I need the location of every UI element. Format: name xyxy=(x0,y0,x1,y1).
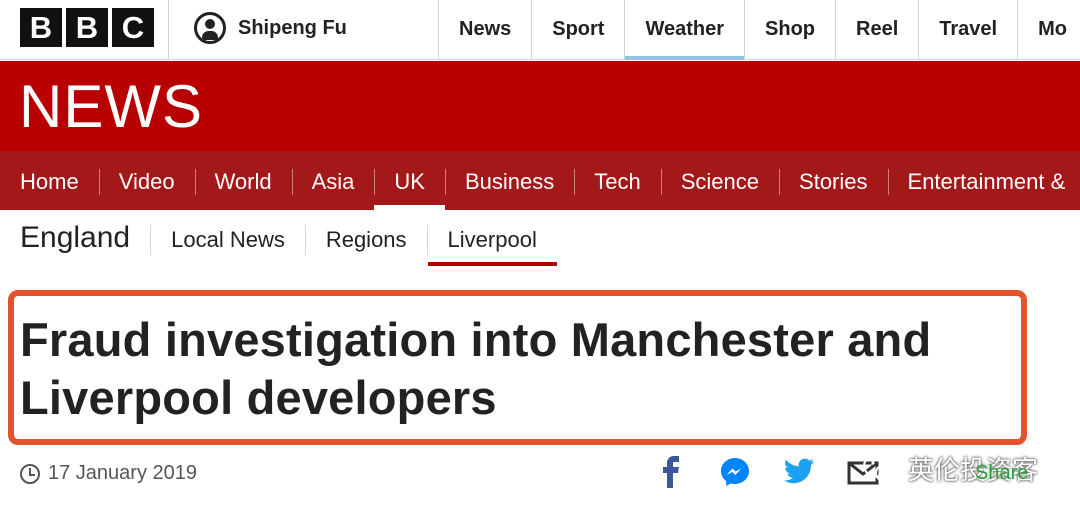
headline-line: Fraud investigation into Manchester and xyxy=(20,313,932,366)
bbc-logo-letter: B xyxy=(66,8,108,47)
article-date: 17 January 2019 xyxy=(20,462,197,485)
top-nav-reel[interactable]: Reel xyxy=(835,0,918,60)
wechat-icon xyxy=(862,453,900,483)
date-text: 17 January 2019 xyxy=(48,462,198,484)
top-nav-travel[interactable]: Travel xyxy=(918,0,1017,60)
section-nav-science[interactable]: Science xyxy=(660,151,779,210)
sub-nav-title[interactable]: England xyxy=(20,218,150,258)
section-nav-stories[interactable]: Stories xyxy=(779,151,887,210)
top-nav-weather[interactable]: Weather xyxy=(624,0,744,60)
clock-icon xyxy=(20,463,40,484)
section-nav-video[interactable]: Video xyxy=(98,151,195,210)
section-nav-home[interactable]: Home xyxy=(0,151,99,210)
share-button[interactable]: Share xyxy=(975,462,1028,485)
top-nav-more[interactable]: Mo xyxy=(1017,0,1080,60)
section-nav-world[interactable]: World xyxy=(194,151,292,210)
account-link[interactable]: Shipeng Fu xyxy=(194,12,347,44)
article-headline: Fraud investigation into Manchester and … xyxy=(20,311,1030,427)
headline-line: Liverpool developers xyxy=(20,371,497,424)
sub-nav-local-news[interactable]: Local News xyxy=(151,218,305,266)
account-icon xyxy=(194,12,226,44)
section-nav-business[interactable]: Business xyxy=(444,151,574,210)
section-nav-uk[interactable]: UK xyxy=(374,151,445,210)
news-header: NEWS xyxy=(0,61,1080,151)
sub-nav: England Local News Regions Liverpool xyxy=(20,218,558,268)
news-logo[interactable]: NEWS xyxy=(19,75,203,139)
bbc-top-bar: B B C Shipeng Fu News Sport Weather Shop… xyxy=(0,0,1080,60)
bbc-logo[interactable]: B B C xyxy=(20,8,154,47)
top-nav-news[interactable]: News xyxy=(438,0,531,60)
twitter-icon[interactable] xyxy=(783,455,815,489)
facebook-icon[interactable] xyxy=(655,455,687,489)
sub-nav-regions[interactable]: Regions xyxy=(306,218,427,266)
section-nav-tech[interactable]: Tech xyxy=(574,151,660,210)
top-nav-sport[interactable]: Sport xyxy=(531,0,624,60)
bbc-logo-letter: C xyxy=(112,8,154,47)
sub-nav-liverpool[interactable]: Liverpool xyxy=(427,218,558,266)
section-nav-entertainment[interactable]: Entertainment & xyxy=(887,151,1080,210)
divider xyxy=(168,0,169,60)
bbc-logo-letter: B xyxy=(20,8,62,47)
share-tools xyxy=(655,455,879,489)
messenger-icon[interactable] xyxy=(719,455,751,489)
section-nav-asia[interactable]: Asia xyxy=(291,151,375,210)
top-nav: News Sport Weather Shop Reel Travel Mo xyxy=(438,0,1080,60)
account-name: Shipeng Fu xyxy=(238,16,347,39)
section-nav: Home Video World Asia UK Business Tech S… xyxy=(0,151,1080,210)
top-nav-shop[interactable]: Shop xyxy=(744,0,835,60)
